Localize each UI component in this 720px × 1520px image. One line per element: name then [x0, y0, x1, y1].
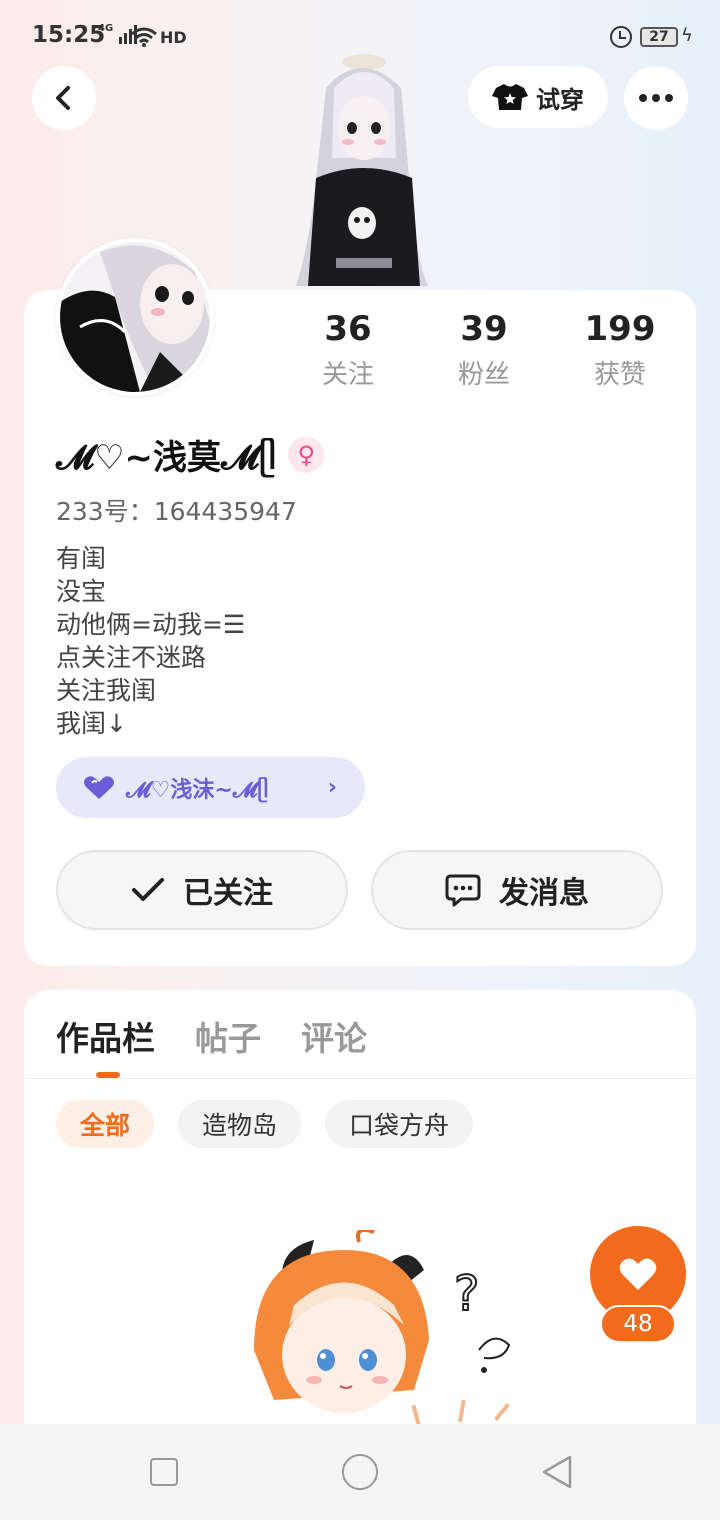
hd-label: HD [160, 28, 187, 47]
bio-line: 点关注不迷路 [56, 643, 207, 672]
message-button[interactable]: 发消息 [371, 850, 663, 930]
status-time: 15:25 [32, 22, 106, 48]
check-icon [132, 878, 164, 901]
svg-text:?: ? [454, 1266, 479, 1322]
character-avatar-image [296, 54, 428, 286]
bio-line: 关注我闺 [56, 676, 157, 705]
following-stat[interactable]: 36 关注 [280, 308, 416, 391]
try-on-label: 试穿 [536, 85, 584, 114]
avatar[interactable] [56, 238, 214, 396]
shirt-icon [492, 84, 528, 110]
recent-apps-button[interactable] [150, 1458, 178, 1486]
profile-stats: 36 关注 39 粉丝 199 获赞 [280, 308, 688, 391]
tab-posts[interactable]: 帖子 [195, 1012, 261, 1060]
tab-works[interactable]: 作品栏 [56, 1012, 155, 1060]
following-count: 36 [324, 309, 372, 349]
works-tabs: 作品栏 帖子 评论 [56, 1012, 367, 1060]
filter-chips: 全部 造物岛 口袋方舟 [56, 1100, 474, 1148]
followers-label: 粉丝 [457, 360, 510, 390]
filter-all[interactable]: 全部 [56, 1100, 155, 1148]
bio: 有闺 没宝 动他俩=动我=☰ 点关注不迷路 关注我闺 我闺↓ [56, 542, 245, 740]
empty-state-illustration: ? [254, 1230, 511, 1426]
tabs-divider [24, 1078, 696, 1079]
more-icon [639, 94, 647, 102]
alarm-icon [610, 26, 632, 48]
charging-icon: ϟ [681, 25, 693, 46]
chat-bubble-icon [445, 874, 481, 907]
avatar-image [60, 242, 210, 392]
username: 𝓜♡~浅莫𝓜ᥫ [56, 438, 277, 478]
female-icon: ♀ [288, 436, 325, 473]
battery-indicator: 27 [640, 27, 678, 47]
message-button-label: 发消息 [499, 876, 589, 911]
likes-label: 获赞 [593, 360, 646, 390]
likes-count: 199 [584, 309, 656, 349]
bio-line: 没宝 [56, 577, 107, 606]
tab-comments[interactable]: 评论 [301, 1012, 367, 1060]
likes-stat[interactable]: 199 获赞 [552, 308, 688, 391]
nav-back-button[interactable] [540, 1454, 574, 1490]
bio-line: 动他俩=动我=☰ [56, 610, 246, 639]
filter-pocket-ark[interactable]: 口袋方舟 [325, 1100, 474, 1148]
more-button[interactable] [624, 66, 688, 130]
network-type: 4G [98, 23, 114, 34]
linked-account-name: 𝓜♡浅沫~𝓜ᥫ [126, 777, 269, 803]
filter-creation-island[interactable]: 造物岛 [178, 1100, 302, 1148]
wifi-icon [131, 27, 157, 47]
works-card: 作品栏 帖子 评论 全部 造物岛 口袋方舟 ? [24, 990, 696, 1430]
followers-count: 39 [460, 309, 508, 349]
heart-icon [84, 775, 114, 799]
following-button[interactable]: 已关注 [56, 850, 348, 930]
user-id: 233号：164435947 [56, 497, 297, 526]
followers-stat[interactable]: 39 粉丝 [416, 308, 552, 391]
name-row: 𝓜♡~浅莫𝓜ᥫ ♀ [56, 430, 325, 479]
heart-icon [619, 1258, 657, 1290]
bio-line: 我闺↓ [56, 709, 127, 738]
back-arrow-icon [56, 86, 70, 110]
bio-line: 有闺 [56, 544, 107, 573]
home-button[interactable] [342, 1454, 378, 1490]
following-button-label: 已关注 [183, 876, 273, 911]
try-on-button[interactable]: 试穿 [468, 66, 608, 128]
following-label: 关注 [321, 360, 374, 390]
back-button[interactable] [32, 66, 96, 130]
chevron-right-icon: › [327, 775, 337, 800]
like-count: 48 [600, 1305, 676, 1343]
system-nav-bar [0, 1424, 720, 1520]
linked-account-pill[interactable]: 𝓜♡浅沫~𝓜ᥫ › [56, 757, 365, 818]
